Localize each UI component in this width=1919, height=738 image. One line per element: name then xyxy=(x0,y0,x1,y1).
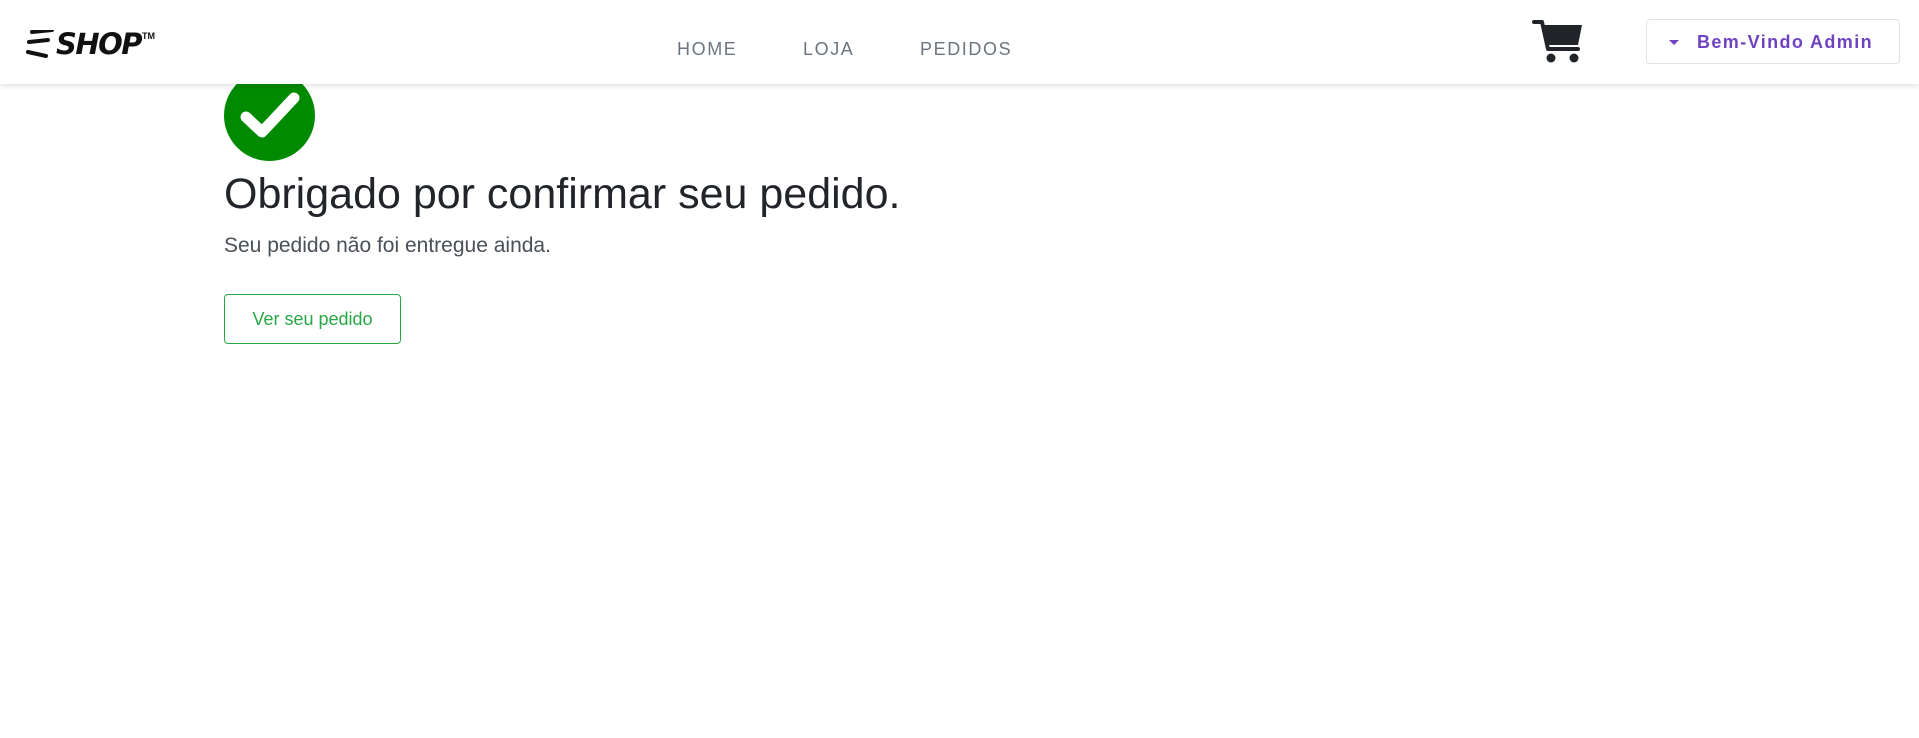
shopping-cart-icon xyxy=(1532,20,1582,63)
user-menu-button[interactable]: Bem-Vindo Admin xyxy=(1646,19,1900,64)
page-title: Obrigado por confirmar seu pedido. xyxy=(224,170,901,218)
logo-trademark: TM xyxy=(142,31,155,41)
nav-link-pedidos[interactable]: PEDIDOS xyxy=(920,39,1012,59)
brand-logo[interactable]: SHOP TM xyxy=(26,26,156,62)
logo-text: SHOP xyxy=(56,27,143,61)
delivery-status-text: Seu pedido não foi entregue ainda. xyxy=(224,234,551,257)
nav-link-home[interactable]: HOME xyxy=(677,39,737,59)
caret-down-icon xyxy=(1669,40,1679,45)
logo-mark-icon xyxy=(26,30,54,58)
top-navbar: SHOP TM HOME LOJA PEDIDOS Bem-Vindo Admi… xyxy=(0,0,1919,84)
view-order-button[interactable]: Ver seu pedido xyxy=(224,294,401,344)
user-menu-label: Bem-Vindo Admin xyxy=(1697,32,1874,52)
cart-button[interactable] xyxy=(1532,19,1584,65)
nav-link-loja[interactable]: LOJA xyxy=(803,39,854,59)
